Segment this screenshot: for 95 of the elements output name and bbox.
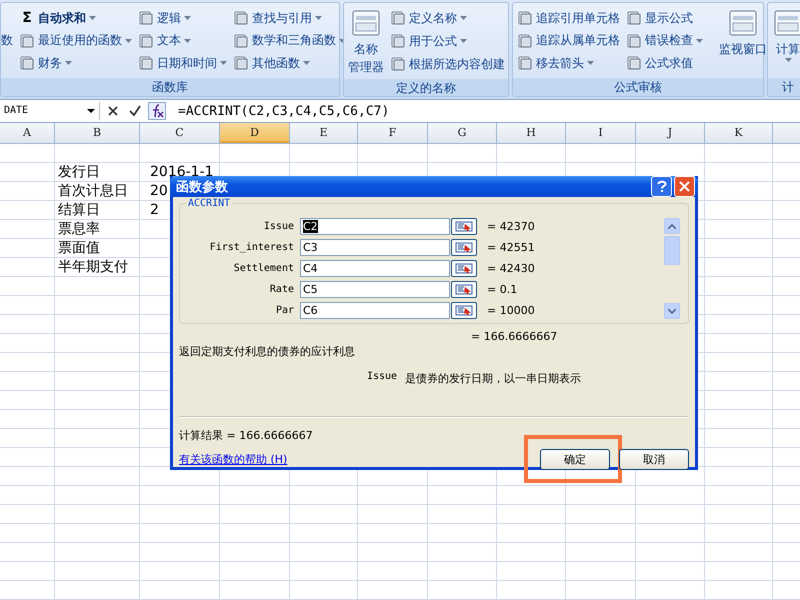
group-label: 函数库 xyxy=(1,78,339,96)
ribbon-button[interactable]: 定义名称 xyxy=(390,8,505,28)
ribbon-button[interactable]: 逻辑 xyxy=(138,8,227,28)
dropdown-caret-icon xyxy=(587,61,594,65)
input-field[interactable]: C3 xyxy=(300,239,450,256)
table-cell: 票息率 xyxy=(55,220,140,238)
input-field[interactable]: C2 xyxy=(300,218,450,235)
dialog-button[interactable]: 确定 xyxy=(540,449,610,470)
insert-function-icon[interactable] xyxy=(148,102,166,120)
ribbon-button[interactable]: Σ 自动求和 xyxy=(19,8,132,28)
ribbon-large-button[interactable]: 计算 xyxy=(772,6,800,75)
column-header[interactable]: J xyxy=(636,123,705,143)
argument-label: Settlement xyxy=(232,263,295,274)
ribbon-button[interactable]: 最近使用的函数 xyxy=(19,30,132,50)
ribbon-button[interactable]: 财务 xyxy=(19,53,132,73)
ribbon-button-label[interactable]: 数 xyxy=(1,32,13,49)
scrollbar[interactable] xyxy=(664,218,680,319)
dropdown-caret-icon xyxy=(87,109,95,113)
column-header[interactable]: B xyxy=(55,123,140,143)
argument-value: = 42551 xyxy=(487,241,535,254)
argument-label: Par xyxy=(274,305,295,316)
group-label: 定义的名称 xyxy=(344,79,508,96)
collapse-dialog-icon[interactable] xyxy=(451,239,477,256)
argument-label: First_interest xyxy=(208,242,295,253)
chevron-up-icon xyxy=(668,224,676,228)
argument-value: = 0.1 xyxy=(487,283,518,296)
argument-value: = 10000 xyxy=(487,304,535,317)
argument-label: Issue xyxy=(262,221,295,232)
ribbon-button[interactable]: 公式求值 xyxy=(626,53,703,73)
argument-value: = 42370 xyxy=(487,220,535,233)
input-field[interactable]: C4 xyxy=(300,260,450,277)
ribbon-button[interactable]: 根据所选内容创建 xyxy=(390,54,505,74)
scroll-up-button[interactable] xyxy=(664,218,680,234)
argument-name: Issue xyxy=(366,371,398,384)
ribbon-button[interactable]: 错误检查 xyxy=(626,30,703,50)
argument-label: Rate xyxy=(268,284,295,295)
table-cell: 结算日 xyxy=(55,201,140,219)
ribbon-button[interactable]: 查找与引用 xyxy=(233,8,346,28)
ribbon-large-button[interactable]: 名称 管理器 xyxy=(348,6,384,76)
column-header[interactable]: G xyxy=(428,123,497,143)
dropdown-caret-icon xyxy=(184,38,191,42)
function-name: ACCRINT xyxy=(186,198,232,209)
column-header[interactable]: E xyxy=(290,123,358,143)
input-field[interactable]: C5 xyxy=(300,281,450,298)
group-label: 公式审核 xyxy=(513,78,763,96)
group-label: 计 xyxy=(768,78,800,96)
dropdown-caret-icon xyxy=(184,16,191,20)
dialog-button[interactable]: 取消 xyxy=(619,449,689,470)
help-link[interactable]: 有关该函数的帮助 (H) xyxy=(179,453,288,466)
dropdown-caret-icon xyxy=(784,58,792,62)
sigma-icon: Σ xyxy=(19,10,35,26)
close-icon[interactable] xyxy=(674,176,695,197)
ribbon-large-button[interactable]: 监视窗口 xyxy=(719,6,767,75)
table-cell: 半年期支付 xyxy=(55,258,140,276)
argument-value: = 42430 xyxy=(487,262,535,275)
dropdown-caret-icon xyxy=(696,38,703,42)
table-cell: 票面值 xyxy=(55,239,140,257)
ribbon-button[interactable]: 移去箭头 xyxy=(517,53,620,73)
ribbon-button[interactable]: 文本 xyxy=(138,30,227,50)
ribbon-button[interactable]: 追踪引用单元格 xyxy=(517,8,620,28)
dropdown-caret-icon xyxy=(125,38,132,42)
formula-result: 计算结果 = 166.6666667 xyxy=(179,428,314,443)
dropdown-caret-icon xyxy=(460,16,467,20)
dropdown-caret-icon xyxy=(460,39,467,43)
scroll-down-button[interactable] xyxy=(664,303,680,319)
collapse-dialog-icon[interactable] xyxy=(451,260,477,277)
ribbon-button[interactable]: 日期和时间 xyxy=(138,53,227,73)
collapse-dialog-icon[interactable] xyxy=(451,302,477,319)
collapse-dialog-icon[interactable] xyxy=(451,218,477,235)
input-field[interactable]: C6 xyxy=(300,302,450,319)
column-header[interactable]: H xyxy=(497,123,566,143)
name-box[interactable]: DATE xyxy=(0,102,100,120)
dropdown-caret-icon xyxy=(89,16,96,20)
column-header[interactable]: K xyxy=(705,123,773,143)
function-description: 返回定期支付利息的债券的应计利息 xyxy=(179,344,356,359)
column-header[interactable]: F xyxy=(358,123,428,143)
help-icon[interactable] xyxy=(651,176,672,197)
table-cell: 首次计息日 xyxy=(55,182,140,200)
chevron-down-icon xyxy=(668,308,676,314)
dropdown-caret-icon xyxy=(303,61,310,65)
ribbon-button[interactable]: 追踪从属单元格 xyxy=(517,30,620,50)
ribbon-button[interactable]: 显示公式 xyxy=(626,8,703,28)
dropdown-caret-icon xyxy=(220,61,227,65)
formula-text[interactable]: =ACCRINT(C2,C3,C4,C5,C6,C7) xyxy=(170,104,390,118)
collapse-dialog-icon[interactable] xyxy=(451,281,477,298)
dropdown-caret-icon xyxy=(65,61,72,65)
column-header[interactable]: D xyxy=(220,123,290,143)
ribbon-button[interactable]: 用于公式 xyxy=(390,31,505,51)
table-cell: 发行日 xyxy=(55,163,140,181)
ribbon-button[interactable]: 其他函数 xyxy=(233,53,346,73)
argument-description: 是债券的发行日期，以一串日期表示 xyxy=(405,371,582,386)
dropdown-caret-icon xyxy=(315,16,322,20)
function-result: = 166.6666667 xyxy=(470,330,558,343)
column-header[interactable]: I xyxy=(566,123,636,143)
column-header[interactable]: A xyxy=(0,123,55,143)
